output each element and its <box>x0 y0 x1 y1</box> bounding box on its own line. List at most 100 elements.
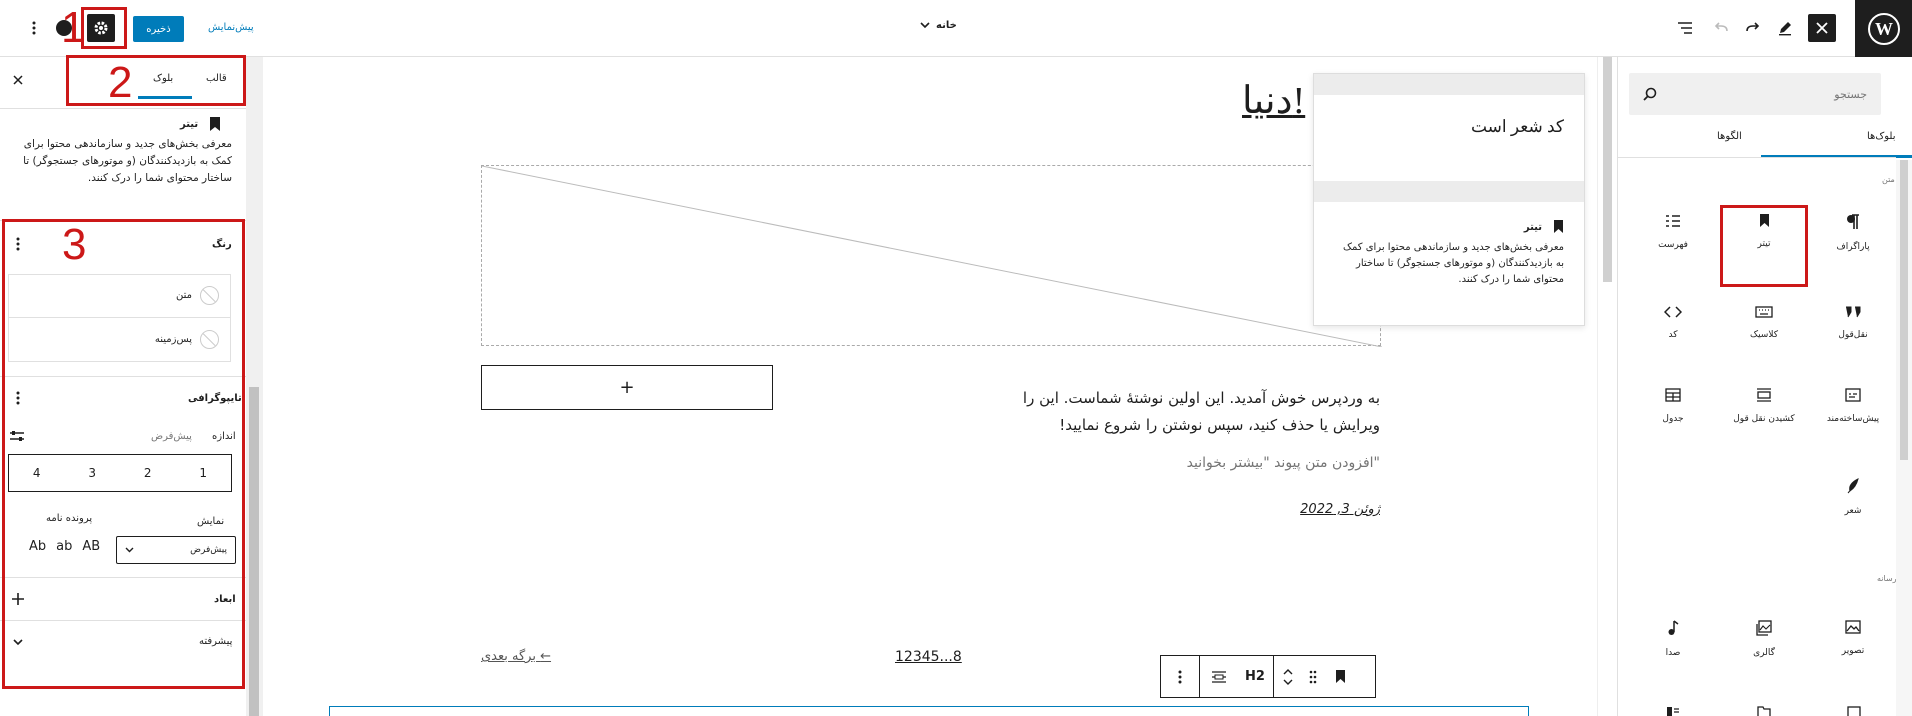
more-vertical-icon <box>32 21 36 35</box>
move-up-down-icon <box>1283 668 1292 685</box>
annotation-number-1: 1 <box>61 3 86 52</box>
block-audio[interactable]: صدا <box>1630 602 1716 688</box>
block-preformatted[interactable]: پیش‌ساخته‌مند <box>1810 370 1896 456</box>
align-icon <box>1211 670 1226 683</box>
close-icon <box>13 75 23 85</box>
settings-scrollbar[interactable] <box>246 57 263 716</box>
image-placeholder[interactable] <box>481 165 1382 347</box>
block-quote[interactable]: نقل‌قول <box>1810 288 1896 374</box>
next-page-link[interactable]: برگه بعدی ← <box>481 649 551 664</box>
block-type-button[interactable] <box>1325 656 1355 697</box>
undo-button[interactable] <box>1707 14 1735 42</box>
placeholder-diagonal <box>482 166 1382 347</box>
close-settings-button[interactable] <box>8 70 28 90</box>
scrollbar-thumb[interactable] <box>249 387 259 716</box>
search-icon <box>1643 87 1657 101</box>
block-gallery[interactable]: گالری <box>1721 602 1807 688</box>
post-heading[interactable]: دنیا! <box>1242 78 1305 123</box>
preview-band <box>1314 74 1584 95</box>
selected-block-outline <box>329 706 1529 716</box>
block-preview-popover: کد شعر است تیتر معرفی بخش‌های جدید و ساز… <box>1313 73 1585 326</box>
close-inserter-button[interactable] <box>1808 14 1836 42</box>
block-card-title: تیتر <box>180 119 199 130</box>
search-placeholder: جستجو <box>1834 87 1867 101</box>
annotation-box-1 <box>81 7 127 49</box>
block-paragraph[interactable]: پاراگراف <box>1810 196 1896 282</box>
align-button[interactable] <box>1200 656 1237 697</box>
paragraph-icon <box>1847 214 1859 229</box>
annotation-box-2 <box>66 55 246 106</box>
more-options-button[interactable] <box>1161 656 1199 697</box>
annotation-number-2: 2 <box>108 58 133 107</box>
tools-button[interactable] <box>1771 14 1799 42</box>
append-block-button[interactable]: + <box>481 365 773 410</box>
block-label: پیش‌ساخته‌مند <box>1826 414 1880 424</box>
page-numbers[interactable]: 12345...8 <box>895 649 962 665</box>
block-partial-icon[interactable] <box>1847 706 1861 716</box>
save-button[interactable]: ذخیره <box>133 16 184 42</box>
block-heading[interactable]: تیتر <box>1721 196 1807 282</box>
block-label: گالری <box>1753 648 1775 658</box>
block-label: کد <box>1668 330 1678 340</box>
bookmark-icon <box>209 117 221 131</box>
post-excerpt[interactable]: به وردپرس خوش آمدید. این اولین نوشتهٔ شم… <box>990 385 1380 439</box>
quote-icon <box>1846 306 1861 318</box>
table-icon <box>1665 388 1681 402</box>
block-toolbar: H2 <box>1160 655 1376 698</box>
tab-patterns[interactable]: الگوها <box>1717 131 1742 142</box>
options-button[interactable] <box>20 14 48 42</box>
scrollbar-thumb[interactable] <box>1900 160 1908 460</box>
document-title-dropdown[interactable]: خانه <box>920 20 957 31</box>
inserter-scrollbar[interactable] <box>1896 160 1912 716</box>
bookmark-icon <box>1759 214 1769 227</box>
preview-block-description: معرفی بخش‌های جدید و سازماندهی محتوا برا… <box>1343 242 1564 285</box>
bookmark-icon <box>1553 220 1564 233</box>
canvas-scrollbar[interactable] <box>1597 57 1617 716</box>
read-more-link[interactable]: افزودن متن پیوند "بیشتر بخوانید" <box>1187 455 1380 471</box>
preview-button[interactable]: پیش‌نمایش <box>208 22 254 33</box>
drag-handle[interactable] <box>1301 656 1325 697</box>
document-title: خانه <box>936 20 957 31</box>
annotation-number-3: 3 <box>62 220 87 269</box>
block-label: فهرست <box>1658 240 1688 250</box>
block-search-input[interactable]: جستجو <box>1629 73 1881 115</box>
editor-top-bar: W خانه پیش‌نمایش ذخیره <box>0 0 1912 57</box>
post-date[interactable]: ژوئن 3, 2022 <box>1300 502 1380 517</box>
block-label: صدا <box>1665 648 1681 658</box>
block-classic[interactable]: کلاسیک <box>1721 288 1807 374</box>
more-vertical-icon <box>1178 670 1182 683</box>
folder-icon[interactable] <box>1757 706 1771 716</box>
block-list[interactable]: فهرست <box>1630 196 1716 282</box>
divider <box>1617 157 1896 158</box>
move-block-buttons[interactable] <box>1274 656 1301 697</box>
arrow-left-icon: ← <box>540 649 552 664</box>
code-icon <box>1664 306 1682 318</box>
wordpress-logo-icon[interactable]: W <box>1855 0 1912 57</box>
media-text-icon[interactable] <box>1666 706 1680 716</box>
pencil-icon <box>1779 22 1791 36</box>
block-verse[interactable]: شعر <box>1810 460 1896 546</box>
svg-text:W: W <box>1875 19 1893 39</box>
block-label: کشیدن نقل قول <box>1733 414 1795 424</box>
tab-blocks[interactable]: بلوک‌ها <box>1867 131 1896 142</box>
close-icon <box>1816 22 1828 34</box>
block-pullquote[interactable]: کشیدن نقل قول <box>1721 370 1807 456</box>
gallery-icon <box>1756 620 1772 636</box>
scrollbar-thumb[interactable] <box>1603 57 1612 282</box>
block-code[interactable]: کد <box>1630 288 1716 374</box>
image-icon <box>1845 620 1861 634</box>
block-label: کلاسیک <box>1750 330 1778 340</box>
redo-button[interactable] <box>1739 14 1767 42</box>
block-card-description: معرفی بخش‌های جدید و سازماندهی محتوا برا… <box>23 138 232 184</box>
feather-icon <box>1847 478 1859 494</box>
heading-level-button[interactable]: H2 <box>1237 656 1273 697</box>
divider <box>0 108 246 109</box>
block-image[interactable]: تصویر <box>1810 602 1896 688</box>
category-text-label: متن <box>1882 175 1895 184</box>
block-label: پاراگراف <box>1836 242 1870 252</box>
annotation-box-3 <box>2 219 245 689</box>
preformatted-icon <box>1845 388 1861 402</box>
document-overview-button[interactable] <box>1671 14 1699 42</box>
block-table[interactable]: جدول <box>1630 370 1716 456</box>
keyboard-icon <box>1755 306 1773 318</box>
